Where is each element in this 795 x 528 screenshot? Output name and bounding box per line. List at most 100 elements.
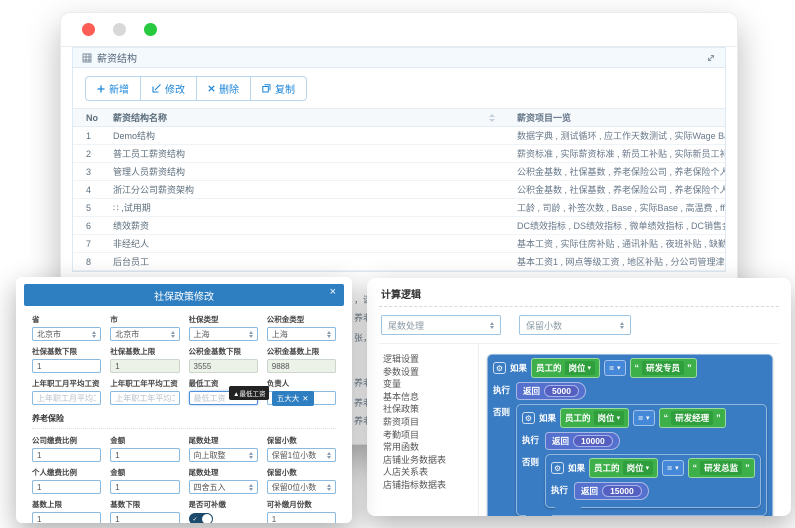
field-dropdown[interactable]: 岗位▾ [565,361,596,375]
traffic-light-close-button[interactable] [82,23,95,36]
string-value-block[interactable]: “ 研发专员 ” [630,358,697,378]
city-select[interactable]: 北京市 [110,327,179,341]
tag-close-icon[interactable]: ✕ [302,394,308,403]
string-text[interactable]: 研发专员 [642,361,684,375]
decimals-select-2[interactable]: 保留0位小数 [267,480,336,494]
delete-button[interactable]: 删除 [196,76,251,101]
return-value[interactable]: 10000 [573,435,613,447]
rounding-mode-select[interactable]: 尾数处理 [381,315,501,335]
table-row[interactable]: 4 浙江分公司薪资架构 公积金基数 , 社保基数 , 养老保险公司 , 养老保险… [73,181,725,199]
employee-field-block[interactable]: 员工的 岗位▾ [531,358,600,378]
sort-icon[interactable] [489,114,495,122]
base-upper-field[interactable] [32,512,101,523]
personal-amount-field[interactable] [110,480,179,494]
blockly-if-block[interactable]: ⚙ 如果 员工的 岗位▾ =▾ “ [545,454,761,508]
operator-block[interactable]: =▾ [633,410,654,426]
table-row[interactable]: 5 ∷ ,试用期 工龄 , 司龄 , 补签次数 , Base , 实际Base … [73,199,725,217]
table-row[interactable]: 3 管理人员薪资结构 公积金基数 , 社保基数 , 养老保险公司 , 养老保险个… [73,163,725,181]
edit-icon [152,84,161,93]
keep-decimals-select[interactable]: 保留小数 [519,315,631,335]
ss-base-upper-field[interactable] [110,359,179,373]
stepper-icon [249,331,253,338]
return-value[interactable]: 15000 [602,485,642,497]
province-select[interactable]: 北京市 [32,327,101,341]
menu-item-attendance-items[interactable]: 考勤项目 [379,429,478,442]
copy-button[interactable]: 复制 [250,76,307,101]
return-block[interactable]: 返回15000 [574,482,649,500]
logic-panel-title: 计算逻辑 [379,284,779,307]
string-value-block[interactable]: “ 研发总监 ” [688,458,755,478]
blockly-if-block[interactable]: ⚙ 如果 员工的 岗位▾ =▾ “ 研发专员 ” [487,354,773,516]
employee-field-block[interactable]: 员工的 岗位▾ [560,408,629,428]
fund-base-lower-field[interactable] [189,359,258,373]
expand-icon[interactable] [706,53,716,63]
blockly-canvas[interactable]: ⚙ 如果 员工的 岗位▾ =▾ “ 研发专员 ” [479,344,779,516]
field-dropdown[interactable]: 岗位▾ [594,411,625,425]
rounding-select[interactable]: 向上取整 [189,448,258,462]
decimals-select[interactable]: 保留1位小数 [267,448,336,462]
table-row[interactable]: 2 普工员工薪资结构 薪资标准 , 实际薪资标准 , 新员工补贴 , 实际新员工… [73,145,725,163]
stepper-icon [249,484,253,491]
toolbar-button-group: 新增 修改 删除 复制 [85,76,307,101]
traffic-light-minimize-button[interactable] [113,23,126,36]
menu-item-parameter-settings[interactable]: 参数设置 [379,366,478,379]
edit-button[interactable]: 修改 [140,76,197,101]
table-body: 1 Demo结构 数据字典 , 测试循环 , 应工作天数测试 , 实际Wage … [73,127,725,271]
table-row[interactable]: 7 非经纪人 基本工资 , 实际住房补贴 , 通讯补贴 , 夜班补贴 , 缺勤扣… [73,235,725,253]
menu-item-store-business-table[interactable]: 店铺业务数据表 [379,454,478,467]
housing-fund-type-select[interactable]: 上海 [267,327,336,341]
backpay-months-field[interactable] [267,512,336,523]
panel-header: 薪资结构 [73,47,725,68]
owner-tag[interactable]: 五大大✕ [272,391,314,406]
string-value-block[interactable]: “ 研发经理 ” [659,408,726,428]
gear-icon[interactable]: ⚙ [493,362,506,374]
menu-item-variables[interactable]: 变量 [379,378,478,391]
menu-item-common-functions[interactable]: 常用函数 [379,441,478,454]
operator-block[interactable]: =▾ [604,360,625,376]
menu-item-salary-items[interactable]: 薪资项目 [379,416,478,429]
operator-block[interactable]: =▾ [662,460,683,476]
chevron-down-icon: ▾ [675,464,679,472]
toggle-knob [202,514,212,523]
table-row[interactable]: 6 绩效薪资 DC绩效指标 , DS绩效指标 , 微单绩效指标 , DC销售金额… [73,217,725,235]
string-text[interactable]: 研发总监 [700,461,742,475]
monthly-avg-wage-field[interactable] [32,391,101,405]
employee-field-block[interactable]: 员工的 岗位▾ [589,458,658,478]
return-block[interactable]: 返回10000 [545,432,620,450]
traffic-light-zoom-button[interactable] [144,23,157,36]
menu-item-store-metrics-table[interactable]: 店铺指标数据表 [379,479,478,492]
stepper-icon [620,322,624,329]
table-row[interactable]: 8 后台员工 基本工资1 , 网点等级工资 , 地区补贴 , 分公司管理津贴 ,… [73,253,725,271]
fund-base-upper-field[interactable] [267,359,336,373]
menu-item-logic-settings[interactable]: 逻辑设置 [379,353,478,366]
gear-icon[interactable]: ⚙ [551,462,564,474]
string-text[interactable]: 研发经理 [671,411,713,425]
window-titlebar [61,13,737,47]
field-dropdown[interactable]: 岗位▾ [623,461,654,475]
rounding-select-2[interactable]: 四舍五入 [189,480,258,494]
toolbar: 新增 修改 删除 复制 [73,68,725,108]
company-rate-field[interactable] [32,448,101,462]
company-amount-field[interactable] [110,448,179,462]
yearly-avg-wage-field[interactable] [110,391,179,405]
menu-item-basic-info[interactable]: 基本信息 [379,391,478,404]
social-security-type-select[interactable]: 上海 [189,327,258,341]
personal-rate-field[interactable] [32,480,101,494]
menu-item-person-store-table[interactable]: 人店关系表 [379,466,478,479]
table-row[interactable]: 1 Demo结构 数据字典 , 测试循环 , 应工作天数测试 , 实际Wage … [73,127,725,145]
chevron-down-icon: ▾ [646,414,650,422]
add-button[interactable]: 新增 [85,76,141,101]
col-header-name[interactable]: 薪资结构名称 [113,111,517,124]
base-lower-field[interactable] [110,512,179,523]
modal-close-icon[interactable]: × [330,286,336,298]
gear-icon[interactable]: ⚙ [522,412,535,424]
social-security-modal: 社保政策修改 × 省 北京市 市 北京市 社保类型 上海 公积金类型 上海 社保… [16,277,352,523]
ss-base-lower-field[interactable] [32,359,101,373]
menu-item-social-policy[interactable]: 社保政策 [379,403,478,416]
owner-field[interactable]: 五大大✕ [267,391,336,405]
blockly-if-block[interactable]: ⚙ 如果 员工的 岗位▾ =▾ “ 研发经理 ” [516,404,767,516]
return-value[interactable]: 5000 [544,385,579,397]
calculation-logic-window: 计算逻辑 尾数处理 保留小数 逻辑设置 参数设置 变量 基本信息 社保政策 薪资… [367,278,791,516]
return-block[interactable]: 返回5000 [516,382,586,400]
allow-backpay-toggle[interactable]: ✓ [189,513,213,523]
